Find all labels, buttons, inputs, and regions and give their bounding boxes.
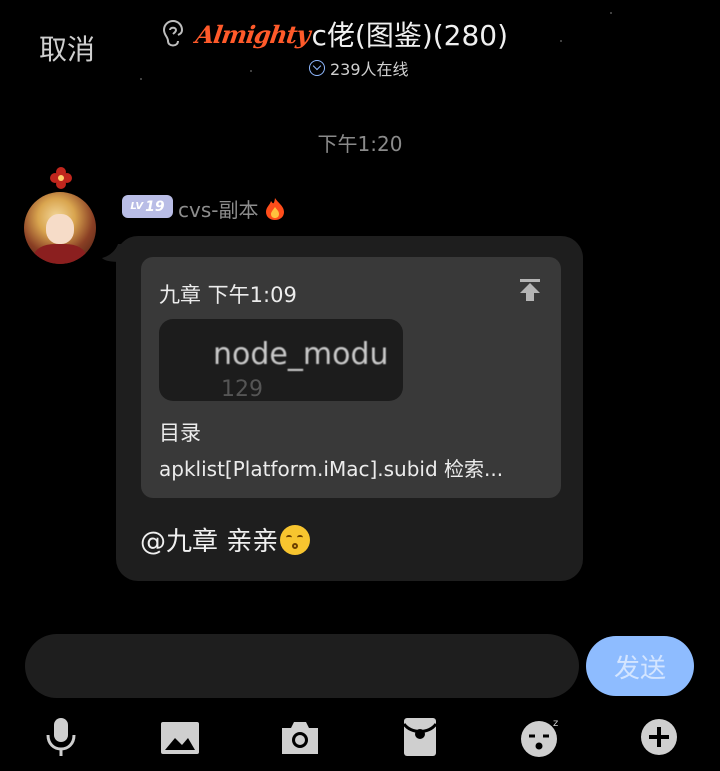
image-icon[interactable] <box>159 716 201 758</box>
cancel-button[interactable]: 取消 <box>39 28 95 68</box>
flower-ornament-icon <box>50 167 72 189</box>
plus-icon[interactable] <box>638 716 680 758</box>
quote-thumbnail[interactable]: node_modu 129 <box>159 319 403 401</box>
sender-name: cvs-副本 <box>178 198 259 222</box>
avatar[interactable] <box>24 192 96 264</box>
level-number: 19 <box>145 198 165 215</box>
online-status[interactable]: 239人在线 <box>309 56 409 80</box>
fire-icon <box>266 197 285 220</box>
message-timestamp: 下午1:20 <box>317 132 403 156</box>
sender-name-row[interactable]: cvs-副本 <box>178 194 286 223</box>
brand-logo: Almighty <box>193 19 312 49</box>
online-count: 239人在线 <box>330 60 409 79</box>
message-input[interactable] <box>25 634 579 698</box>
microphone-icon[interactable] <box>40 716 82 758</box>
quote-label: 目录 <box>159 421 201 445</box>
ear-icon[interactable] <box>160 19 186 49</box>
kissing-face-emoji-icon <box>280 524 311 555</box>
quote-body: apklist[Platform.iMac].subid 检索... <box>159 457 504 481</box>
message-text-row: @九章 亲亲 <box>140 521 311 558</box>
level-prefix: LV <box>130 201 144 212</box>
emoji-icon[interactable]: z <box>519 716 561 758</box>
thumbnail-text: node_modu <box>213 337 389 372</box>
input-toolbar: z <box>0 712 720 762</box>
red-packet-icon[interactable] <box>399 716 441 758</box>
message-text: @九章 亲亲 <box>140 527 279 557</box>
chat-title[interactable]: Almighty c佬(图鉴)(280) <box>160 14 508 54</box>
jump-to-top-icon[interactable] <box>517 277 543 303</box>
thumbnail-subtext: 129 <box>221 377 263 401</box>
chevron-down-icon <box>309 60 325 76</box>
svg-text:z: z <box>553 718 558 729</box>
camera-icon[interactable] <box>279 716 321 758</box>
level-badge: LV 19 <box>122 195 173 218</box>
chat-header: 取消 Almighty c佬(图鉴)(280) 239人在线 <box>0 0 720 90</box>
quote-header: 九章 下午1:09 <box>159 283 297 307</box>
group-name: c佬(图鉴)(280) <box>311 19 509 52</box>
quoted-message[interactable]: 九章 下午1:09 node_modu 129 目录 apklist[Platf… <box>141 257 561 498</box>
send-button[interactable]: 发送 <box>586 636 694 696</box>
